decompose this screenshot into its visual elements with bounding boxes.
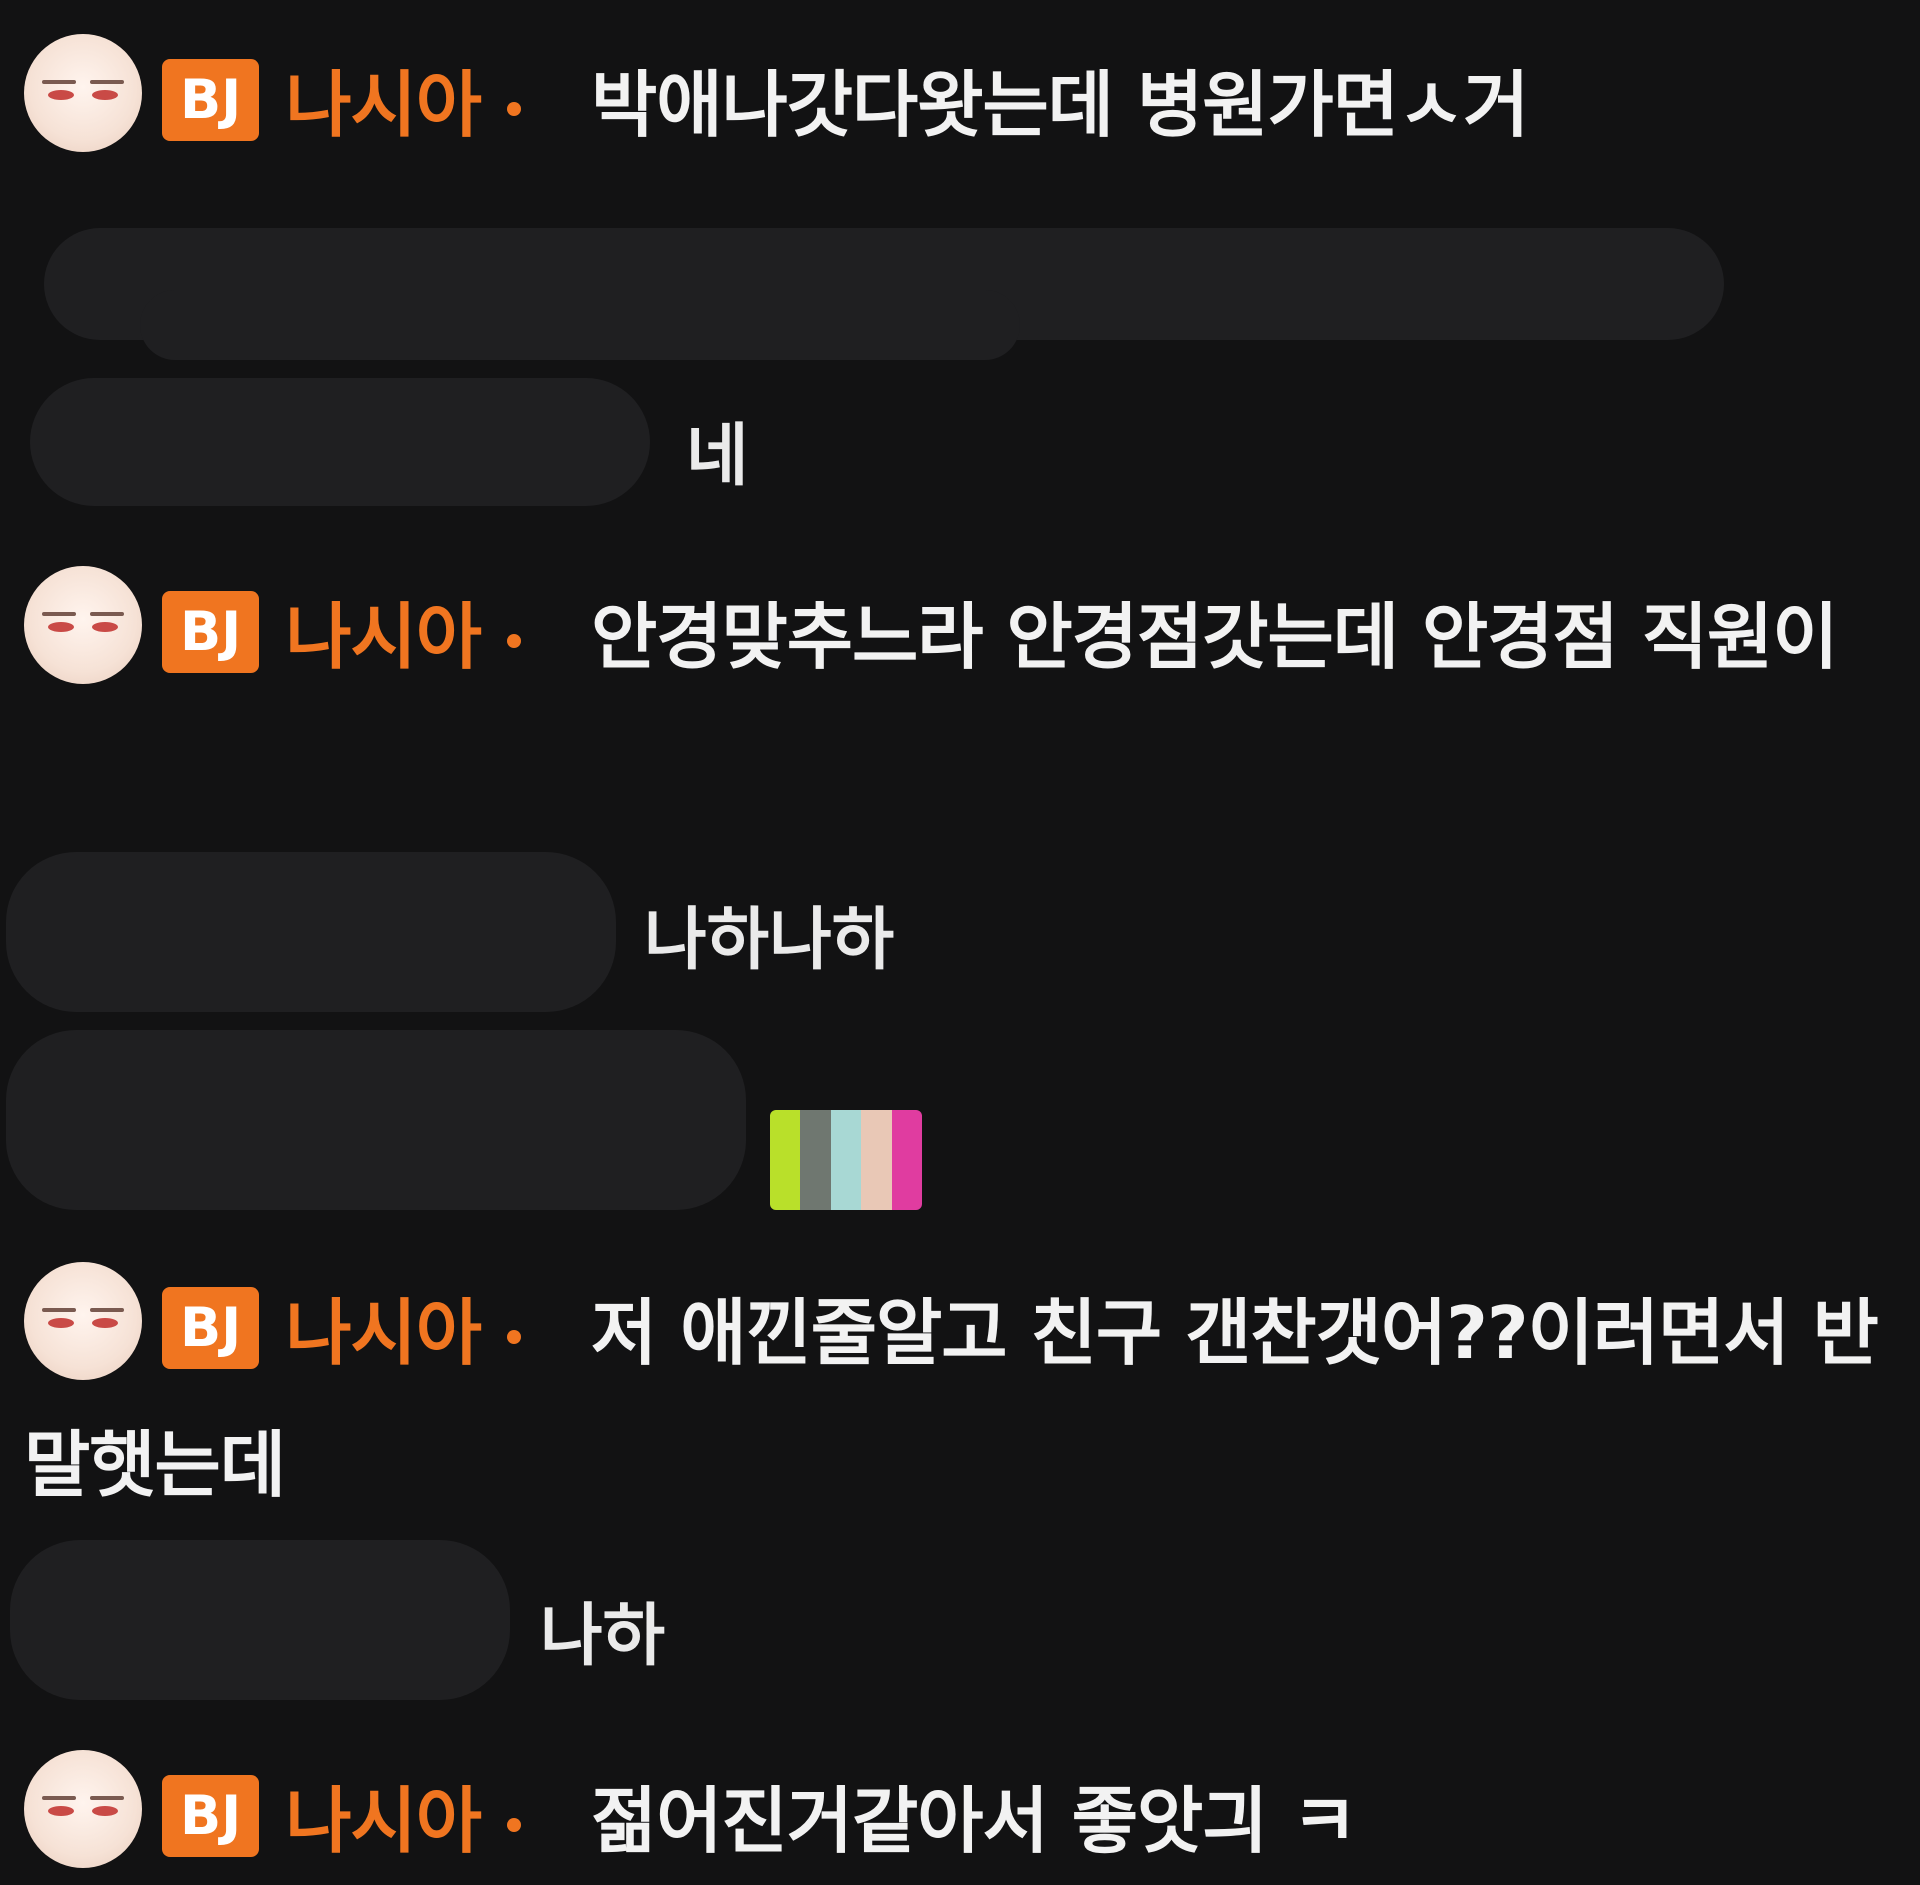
- bj-nickname[interactable]: 나시아: [285, 1291, 482, 1375]
- avatar[interactable]: [24, 34, 142, 152]
- chat-message-text: 나하나하: [644, 901, 895, 980]
- separator-dot: [507, 1330, 521, 1344]
- avatar[interactable]: [24, 1262, 142, 1380]
- chat-message-bj: BJ 나시아 안경맞추느라 안경점갓는데 안경점 직원이: [24, 566, 1880, 703]
- separator-dot: [507, 634, 521, 648]
- avatar[interactable]: [24, 566, 142, 684]
- bj-badge: BJ: [162, 1775, 260, 1857]
- separator-dot: [507, 102, 521, 116]
- emote-sticker: [770, 1110, 922, 1210]
- chat-message-text: 젊어진거같아서 좋앗긔 ㅋ: [591, 1779, 1358, 1863]
- bj-badge: BJ: [162, 591, 260, 673]
- chat-message-bj: BJ 나시아 젊어진거같아서 좋앗긔 ㅋ: [24, 1750, 1880, 1885]
- bj-nickname[interactable]: 나시아: [285, 1779, 482, 1863]
- bj-nickname[interactable]: 나시아: [285, 63, 482, 147]
- avatar[interactable]: [24, 1750, 142, 1868]
- redacted-chat-message: [140, 290, 1020, 360]
- redacted-username: [30, 378, 650, 506]
- chat-message-text: 안경맞추느라 안경점갓는데 안경점 직원이: [591, 595, 1839, 679]
- bj-badge: BJ: [162, 59, 260, 141]
- separator-dot: [507, 1818, 521, 1832]
- chat-message-text: 네: [686, 417, 749, 496]
- chat-log: BJ 나시아 박애나갓다왓는데 병원가면ㅅ거 네 BJ 나시아 안경맞추느라 안경점갓는…: [0, 0, 1920, 1885]
- redacted-username: [6, 852, 616, 1012]
- chat-message-text: 박애나갓다왓는데 병원가면ㅅ거: [591, 63, 1529, 147]
- bj-nickname[interactable]: 나시아: [285, 595, 482, 679]
- bj-badge: BJ: [162, 1287, 260, 1369]
- redacted-chat-message: [6, 1030, 746, 1210]
- chat-message-bj: BJ 나시아 저 애낀줄알고 친구 갠찬갯어??이러면서 반말햇는데: [24, 1262, 1880, 1531]
- redacted-username: [10, 1540, 510, 1700]
- chat-message-text: 나하: [540, 1597, 666, 1676]
- chat-message-bj: BJ 나시아 박애나갓다왓는데 병원가면ㅅ거: [24, 34, 1880, 171]
